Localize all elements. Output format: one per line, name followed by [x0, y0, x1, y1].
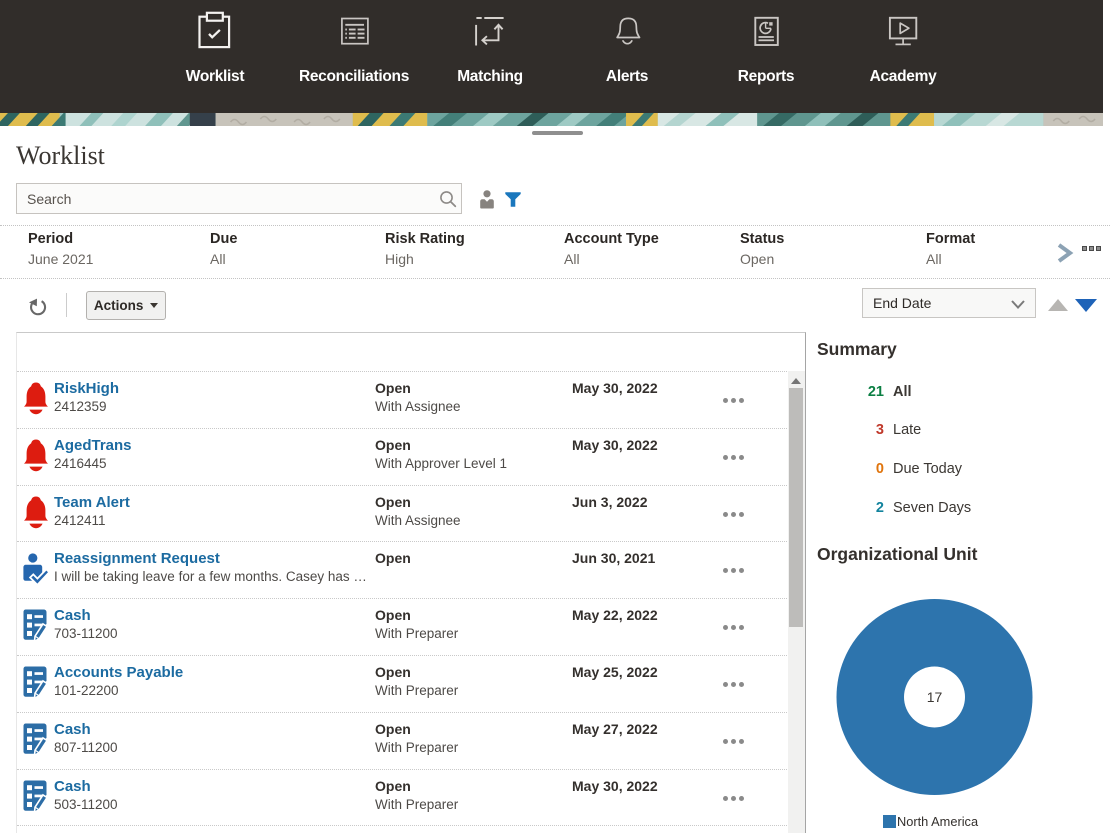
svg-text:17: 17: [927, 689, 943, 705]
